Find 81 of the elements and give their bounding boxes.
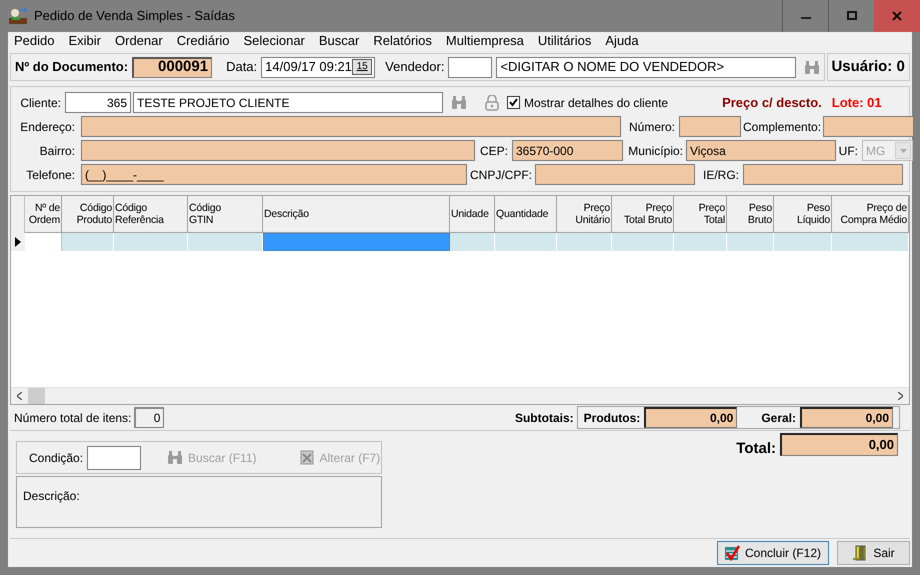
phone-field[interactable]: (__)____-____ <box>81 164 467 185</box>
products-subtotal-field: 0,00 <box>644 407 738 428</box>
conclude-button[interactable]: Concluir (F12) <box>717 541 829 565</box>
condition-field[interactable] <box>87 446 142 470</box>
app-icon <box>8 7 28 25</box>
checkbox-label[interactable]: Mostrar detalhes do cliente <box>524 94 668 112</box>
field-label: Geral: <box>761 410 796 426</box>
field-label: Complemento: <box>743 118 821 136</box>
menu-item[interactable]: Ordenar <box>115 31 163 51</box>
details-checkbox[interactable] <box>507 96 520 109</box>
menu-item[interactable]: Selecionar <box>243 31 305 51</box>
menu-item[interactable]: Exibir <box>68 31 101 51</box>
date-field[interactable]: 14/09/17 09:21 15 <box>261 56 376 78</box>
user-label: Usuário: 0 <box>827 53 910 81</box>
field-label: Telefone: <box>25 166 76 184</box>
menu-item[interactable]: Crediário <box>176 31 230 51</box>
ie-field[interactable] <box>743 164 903 185</box>
field-label: Data: <box>226 58 258 76</box>
close-button[interactable] <box>874 0 920 32</box>
search-icon[interactable] <box>804 60 820 74</box>
item-count-field: 0 <box>134 407 164 428</box>
subtotals-label: Subtotais: <box>514 410 574 426</box>
dropdown-value: MG <box>866 142 886 160</box>
cnpj-field[interactable] <box>535 164 695 185</box>
price-mode-label: Preço c/ descto. <box>722 94 822 112</box>
complement-field[interactable] <box>823 116 914 137</box>
menu-item[interactable]: Relatórios <box>373 31 432 51</box>
district-field[interactable] <box>81 140 475 161</box>
field-label: IE/RG: <box>702 166 740 184</box>
field-label: Cliente: <box>19 94 62 112</box>
current-row-icon <box>15 237 21 247</box>
menu-item[interactable]: Buscar <box>318 31 360 51</box>
number-field[interactable] <box>679 116 741 137</box>
table-cell[interactable] <box>263 233 450 251</box>
city-field[interactable]: Viçosa <box>686 140 836 161</box>
field-label: CEP: <box>478 142 509 160</box>
table-cell[interactable] <box>25 233 62 251</box>
field-label: Vendedor: <box>385 58 444 76</box>
total-label: Total: <box>736 439 776 459</box>
field-label: Nº do Documento: <box>15 58 128 76</box>
customer-code-field[interactable]: 365 <box>65 92 131 113</box>
field-label: Número: <box>628 118 676 136</box>
menu-item[interactable]: Pedido <box>14 31 54 51</box>
caret-icon <box>900 148 906 152</box>
close-icon <box>892 11 902 21</box>
horizontal-scrollbar[interactable] <box>11 387 909 404</box>
customer-name-field[interactable]: TESTE PROJETO CLIENTE <box>133 92 443 113</box>
general-subtotal-field: 0,00 <box>800 407 893 428</box>
date-value: 14/09/17 09:21 <box>265 58 352 76</box>
field-label: Bairro: <box>38 142 76 160</box>
field-label: UF: <box>838 142 859 160</box>
exit-button[interactable]: Sair <box>837 541 910 565</box>
field-label: Município: <box>627 142 684 160</box>
cep-field[interactable]: 36570-000 <box>512 140 623 161</box>
checklist-icon <box>724 545 740 561</box>
lock-icon <box>485 94 499 110</box>
window-title: Pedido de Venda Simples - Saídas <box>34 7 235 26</box>
row-indicator[interactable] <box>11 233 25 251</box>
field-label: CNPJ/CPF: <box>469 166 533 184</box>
search-icon <box>167 450 184 465</box>
search-icon[interactable] <box>451 95 467 110</box>
field-label: Produtos: <box>584 410 640 426</box>
total-field: 0,00 <box>780 433 898 456</box>
batch-label: Lote: 01 <box>832 94 882 112</box>
check-icon <box>509 98 518 107</box>
description-label: Descrição: <box>23 489 80 503</box>
field-label: Número total de itens: <box>14 410 132 426</box>
menu-item[interactable]: Multiempresa <box>446 31 524 51</box>
menu-item[interactable]: Ajuda <box>605 31 639 51</box>
field-label: Condição: <box>29 450 84 466</box>
field-label: Endereço: <box>19 118 76 136</box>
seller-name-field[interactable]: <DIGITAR O NOME DO VENDEDOR> <box>496 56 796 78</box>
scroll-thumb[interactable] <box>28 388 45 404</box>
maximize-icon <box>846 11 856 21</box>
seller-code-field[interactable] <box>448 56 492 78</box>
edit-document-icon <box>298 450 315 465</box>
calendar-button[interactable]: 15 <box>352 59 372 75</box>
door-icon <box>852 545 868 561</box>
address-field[interactable] <box>81 116 621 137</box>
document-number-field: 000091 <box>132 56 212 78</box>
menu-item[interactable]: Utilitários <box>538 31 592 51</box>
